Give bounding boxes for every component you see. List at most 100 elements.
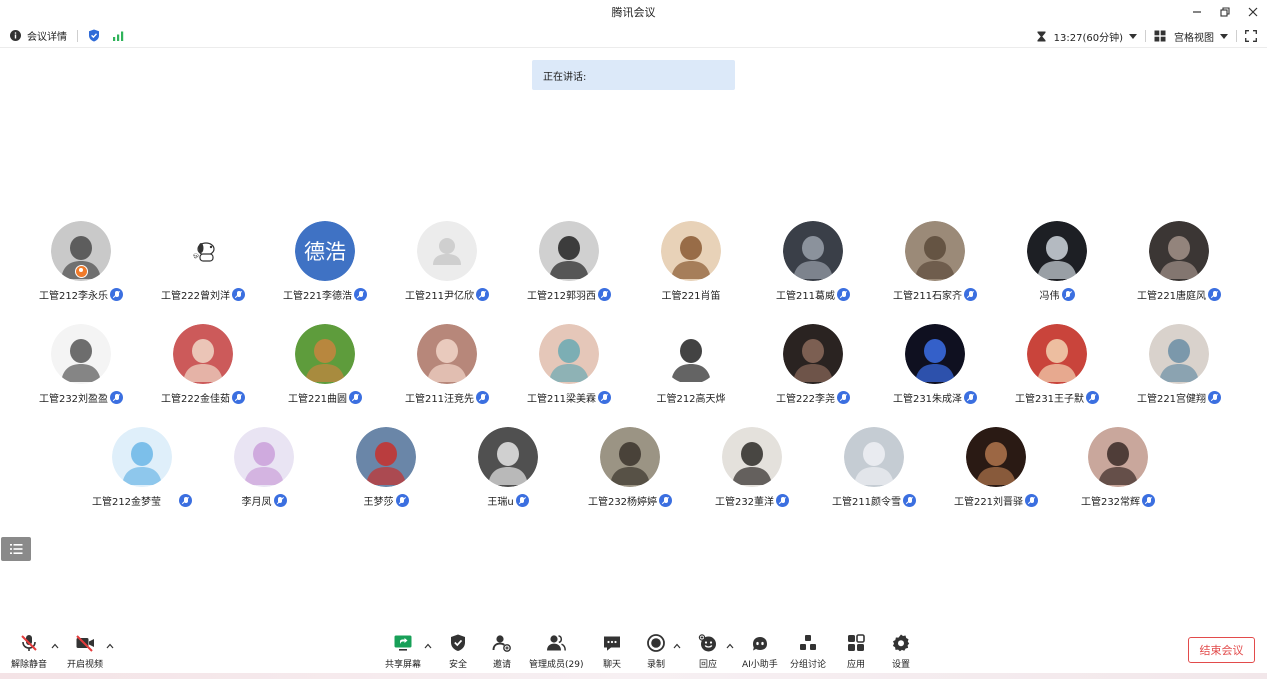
participant-tile[interactable]: 工管232杨婷婷: [569, 421, 691, 521]
avatar-wrap: [1027, 318, 1087, 384]
shield-icon: [447, 632, 469, 654]
avatar-initials: 德浩: [295, 221, 355, 281]
chevron-up-icon[interactable]: [673, 642, 681, 650]
participant-tile[interactable]: 工管221肖笛: [630, 215, 752, 315]
participant-tile[interactable]: 工管232常辉: [1057, 421, 1179, 521]
chevron-up-icon[interactable]: [726, 642, 734, 650]
participant-tile[interactable]: 工管231王子默: [996, 318, 1118, 418]
participant-name-row: 工管232刘盈盈: [39, 390, 124, 405]
svg-text:德浩: 德浩: [304, 240, 346, 264]
chevron-up-icon[interactable]: [106, 642, 114, 650]
ai-assistant-button[interactable]: AI小助手: [742, 628, 778, 670]
settings-button[interactable]: 设置: [890, 628, 912, 670]
participant-name: 工管222李尧: [775, 394, 836, 405]
meeting-timer[interactable]: 13:27(60分钟): [1054, 29, 1137, 44]
close-icon: [1248, 7, 1258, 17]
participant-tile[interactable]: 工管211颜令雪: [813, 421, 935, 521]
participant-name-row: 工管212金梦莹: [92, 493, 193, 508]
start-video-button[interactable]: 开启视频: [67, 628, 103, 670]
hourglass-icon: [1037, 31, 1046, 41]
signal-icon[interactable]: [112, 30, 126, 41]
mic-muted-icon: [1025, 494, 1039, 507]
avatar-wrap: ஓ: [173, 215, 233, 281]
invite-button[interactable]: 邀请: [491, 628, 513, 670]
participant-tile[interactable]: 工管211梁美霖: [508, 318, 630, 418]
participant-name: 工管231朱成泽: [892, 394, 963, 405]
participant-tile[interactable]: 工管211石家齐: [874, 215, 996, 315]
end-meeting-button[interactable]: 结束会议: [1188, 637, 1255, 663]
avatar-wrap: [661, 318, 721, 384]
shield-icon[interactable]: [88, 29, 100, 42]
avatar-wrap: [478, 421, 538, 487]
mic-muted-icon: [476, 288, 490, 301]
participant-tile[interactable]: 工管211汪竞先: [386, 318, 508, 418]
avatar-photo: [1149, 324, 1209, 384]
chevron-up-icon[interactable]: [51, 642, 59, 650]
avatar: 德浩: [295, 221, 355, 281]
avatar-wrap: [905, 318, 965, 384]
snoopy-avatar-image: ஓ: [173, 221, 233, 281]
unmute-button[interactable]: 解除静音: [11, 628, 47, 670]
participant-tile[interactable]: 王瑞u: [447, 421, 569, 521]
security-button[interactable]: 安全: [447, 628, 469, 670]
avatar-wrap: [539, 215, 599, 281]
close-button[interactable]: [1247, 6, 1259, 18]
mic-muted-icon: [349, 391, 363, 404]
participant-tile[interactable]: 工管221刘晋驿: [935, 421, 1057, 521]
avatar: [295, 324, 355, 384]
avatar-wrap: [722, 421, 782, 487]
participant-tile[interactable]: 工管221曲圆: [264, 318, 386, 418]
mic-muted-icon: [964, 288, 978, 301]
participant-tile[interactable]: 工管212郭羽西: [508, 215, 630, 315]
participant-tile[interactable]: 工管221宫健翔: [1118, 318, 1240, 418]
breakout-rooms-button[interactable]: 分组讨论: [790, 628, 826, 670]
avatar: [966, 427, 1026, 487]
avatar-photo: [905, 324, 965, 384]
avatar-photo: [1088, 427, 1148, 487]
chevron-up-icon[interactable]: [424, 642, 432, 650]
participant-name: 工管231王子默: [1014, 394, 1085, 405]
avatar-wrap: [51, 318, 111, 384]
avatar: [356, 427, 416, 487]
participant-tile[interactable]: 工管212李永乐: [20, 215, 142, 315]
react-button[interactable]: 回应: [697, 628, 719, 670]
chat-button[interactable]: 聊天: [601, 628, 623, 670]
fullscreen-icon[interactable]: [1245, 30, 1257, 42]
avatar-photo: [295, 324, 355, 384]
view-mode-dropdown[interactable]: 宫格视图: [1174, 29, 1228, 44]
participant-tile[interactable]: ஓ 工管222曾刘洋: [142, 215, 264, 315]
minimize-button[interactable]: [1191, 6, 1203, 18]
avatar: [783, 221, 843, 281]
participant-tile[interactable]: 工管231朱成泽: [874, 318, 996, 418]
participant-tile[interactable]: 工管232董洋: [691, 421, 813, 521]
meeting-details-link[interactable]: 会议详情: [27, 28, 67, 43]
participant-tile[interactable]: 李月凤: [203, 421, 325, 521]
avatar: [661, 324, 721, 384]
chat-icon: [601, 632, 623, 654]
participant-tile[interactable]: 冯伟: [996, 215, 1118, 315]
participant-row: 工管232刘盈盈 工管222金佳茹 工管221曲圆 工管211汪竞先 工管211…: [0, 318, 1267, 421]
share-screen-button[interactable]: 共享屏幕: [385, 628, 421, 670]
apps-icon: [845, 632, 867, 654]
manage-members-button[interactable]: 管理成员(29): [529, 628, 583, 670]
participant-tile[interactable]: 工管211葛威: [752, 215, 874, 315]
participant-list-toggle[interactable]: [1, 537, 31, 561]
participant-tile[interactable]: 工管212高天烨: [630, 318, 752, 418]
participant-tile[interactable]: 工管222李尧: [752, 318, 874, 418]
participant-tile[interactable]: 工管222金佳茹: [142, 318, 264, 418]
participant-name-row: 工管211葛威: [776, 287, 851, 302]
restore-button[interactable]: [1219, 6, 1231, 18]
participant-tile[interactable]: 王梦莎: [325, 421, 447, 521]
apps-button[interactable]: 应用: [845, 628, 867, 670]
avatar-wrap: [173, 318, 233, 384]
participant-tile[interactable]: 工管221唐庭风: [1118, 215, 1240, 315]
participant-tile[interactable]: 工管232刘盈盈: [20, 318, 142, 418]
participant-name: 工管232常辉: [1080, 497, 1141, 508]
record-button[interactable]: 录制: [645, 628, 667, 670]
participant-name-row: 工管212高天烨: [656, 390, 725, 405]
participant-tile[interactable]: 工管212金梦莹: [81, 421, 203, 521]
participant-tile[interactable]: 德浩 工管221李德浩: [264, 215, 386, 315]
avatar: [51, 324, 111, 384]
participant-tile[interactable]: 工管211尹亿欣: [386, 215, 508, 315]
avatar-wrap: [295, 318, 355, 384]
